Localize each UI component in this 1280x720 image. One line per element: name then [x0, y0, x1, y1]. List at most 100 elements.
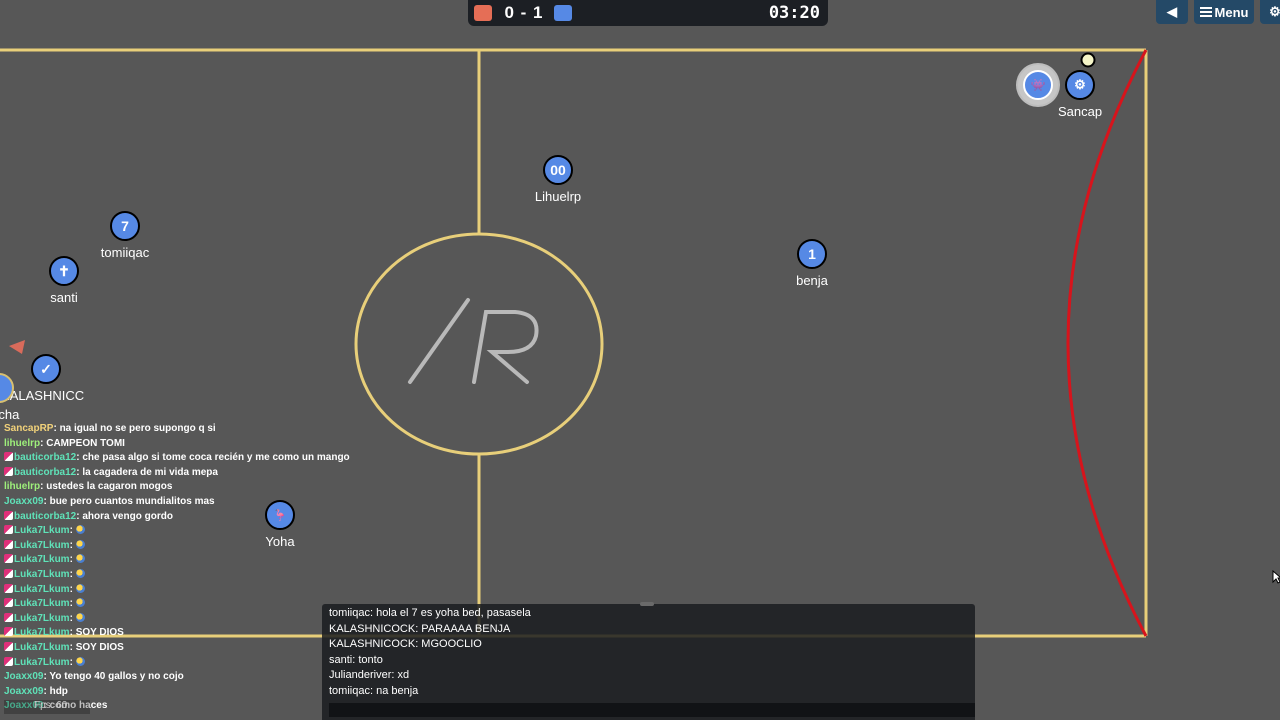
- resize-handle[interactable]: [640, 602, 654, 606]
- mouse-cursor-icon: [1272, 570, 1280, 584]
- player-disc: 👾: [1023, 70, 1053, 100]
- chat-username: Luka7Lkum: [14, 641, 70, 653]
- sound-button[interactable]: ◀: [1156, 0, 1188, 24]
- game-chat-panel: tomiiqac: hola el 7 es yoha bed, pasasel…: [322, 602, 975, 720]
- chat-text: che pasa algo si tome coca recién y me c…: [82, 452, 350, 464]
- emoji-icon: [75, 539, 85, 549]
- player-benja: 1 benja: [795, 239, 829, 288]
- chat-username: lihuelrp: [4, 481, 41, 493]
- chat-username: SancapRP: [4, 423, 54, 434]
- user-badge-icon: [4, 554, 13, 564]
- user-badge-icon: [4, 656, 13, 666]
- hamburger-icon: [1199, 7, 1212, 17]
- emoji-icon: [75, 656, 85, 666]
- scoreboard: 0 - 1 03:20: [468, 0, 828, 26]
- player-lihuelrp: 00 Lihuelrp: [535, 155, 581, 204]
- chat-username: lihuelrp: [4, 437, 41, 449]
- match-timer: 03:20: [768, 3, 820, 23]
- room-chat-line: Luka7Lkum:: [4, 553, 384, 568]
- room-chat-line: SancapRP: na igual no se pero supongo q …: [4, 423, 216, 434]
- room-chat-line: Joaxx09: bue pero cuantos mundialitos ma…: [4, 495, 215, 507]
- user-badge-icon: [4, 525, 13, 535]
- user-badge-icon: [4, 612, 13, 622]
- chat-username: bauticorba12: [14, 510, 77, 522]
- player-disc: 1: [797, 239, 827, 269]
- chat-text: Yo tengo 40 gallos y no cojo: [49, 671, 184, 683]
- emoji-icon: [75, 583, 85, 593]
- emoji-icon: [75, 598, 85, 608]
- chat-username: Luka7Lkum: [14, 554, 70, 566]
- chat-text: la cagadera de mi vida mepa: [82, 466, 218, 478]
- speaker-icon: ◀: [1167, 4, 1177, 19]
- red-team-indicator: [474, 5, 492, 21]
- chat-username: bauticorba12: [14, 452, 77, 464]
- chat-username: Joaxx09: [4, 495, 44, 507]
- menu-button[interactable]: Menu: [1194, 0, 1254, 24]
- settings-button[interactable]: ⚙: [1260, 0, 1280, 24]
- player-name: Lihuelrp: [534, 189, 582, 204]
- room-chat-line: Luka7Lkum:: [4, 539, 384, 554]
- chat-message: tomiiqac: na benja: [329, 684, 419, 697]
- chat-username: Luka7Lkum: [14, 598, 70, 610]
- user-badge-icon: [4, 627, 13, 637]
- chat-username: Luka7Lkum: [14, 627, 70, 639]
- ball: [1080, 52, 1096, 68]
- room-chat-line: bauticorba12: che pasa algo si tome coca…: [4, 451, 384, 466]
- player-archa: archa: [0, 373, 19, 422]
- chat-username: Luka7Lkum: [14, 612, 70, 624]
- blue-team-indicator: [554, 5, 572, 21]
- chat-message: KALASHNICOCK: PARAAAA BENJA: [329, 622, 511, 635]
- player-disc: ✓: [31, 354, 61, 384]
- chat-username: Luka7Lkum: [14, 568, 70, 580]
- player-sancap: ⚙ Sancap: [1058, 70, 1102, 119]
- menu-label: Menu: [1214, 4, 1249, 20]
- chat-text: ustedes la cagaron mogos: [46, 481, 173, 493]
- chat-username: Joaxx09: [4, 671, 44, 683]
- user-badge-icon: [4, 452, 13, 462]
- chat-message: santi: tonto: [329, 653, 383, 666]
- user-badge-icon: [4, 466, 13, 476]
- room-chat-line: Luka7Lkum:: [4, 583, 384, 598]
- gear-icon: ⚙: [1269, 4, 1280, 19]
- score-text: 0 - 1: [504, 3, 544, 22]
- room-chat-line: bauticorba12: la cagadera de mi vida mep…: [4, 466, 384, 481]
- fps-counter: Fps: 60: [4, 700, 90, 714]
- chat-username: bauticorba12: [14, 466, 77, 478]
- user-badge-icon: [4, 641, 13, 651]
- player-controlled: 👾: [1021, 70, 1055, 100]
- player-name: archa: [0, 407, 20, 422]
- chat-text: CAMPEON TOMI: [46, 437, 125, 449]
- chat-text: ahora vengo gordo: [82, 510, 173, 522]
- emoji-icon: [75, 612, 85, 622]
- player-name: Sancap: [1057, 104, 1103, 119]
- top-right-controls: ◀ Menu ⚙: [1156, 0, 1280, 24]
- player-disc: 00: [543, 155, 573, 185]
- user-badge-icon: [4, 539, 13, 549]
- chat-text: SOY DIOS: [75, 627, 124, 639]
- chat-username: Luka7Lkum: [14, 656, 70, 668]
- chat-text: na igual no se pero supongo q si: [59, 423, 216, 434]
- chat-messages: tomiiqac: hola el 7 es yoha bed, pasasel…: [329, 606, 531, 699]
- room-chat-line: Luka7Lkum:: [4, 524, 384, 539]
- chat-text: hdp: [49, 685, 68, 697]
- player-disc: ✝: [49, 256, 79, 286]
- player-name: santi: [50, 290, 78, 305]
- chat-username: Luka7Lkum: [14, 525, 70, 537]
- chat-username: Luka7Lkum: [14, 583, 70, 595]
- chat-text: SOY DIOS: [75, 641, 124, 653]
- player-disc: ⚙: [1065, 70, 1095, 100]
- player-name: tomiiqac: [100, 245, 150, 260]
- room-chat-line: bauticorba12: ahora vengo gordo: [4, 510, 384, 525]
- chat-username: Luka7Lkum: [14, 539, 70, 551]
- player-kalashnicc: ✓ KALASHNICC: [1, 354, 84, 403]
- user-badge-icon: [4, 598, 13, 608]
- player-santi: ✝ santi: [47, 256, 81, 305]
- emoji-icon: [75, 554, 85, 564]
- chat-message: KALASHNICOCK: MGOOCLIO: [329, 638, 482, 650]
- room-chat-line: lihuelrp: ustedes la cagaron mogos: [4, 481, 173, 493]
- emoji-icon: [75, 568, 85, 578]
- chat-message: Julianderiver: xd: [329, 669, 410, 681]
- chat-input[interactable]: [329, 703, 975, 717]
- chat-message: tomiiqac: hola el 7 es yoha bed, pasasel…: [329, 607, 531, 619]
- chat-username: Joaxx09: [4, 685, 44, 697]
